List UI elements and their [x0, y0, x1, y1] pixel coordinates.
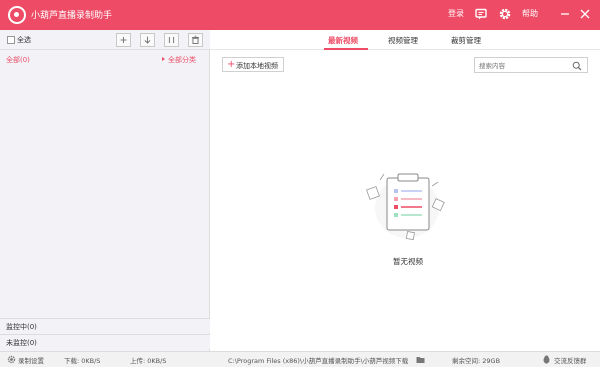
save-path: C:\Program Files (x86)\小葫芦直播录制助手\小葫芦视频下载	[228, 357, 409, 365]
app-logo-icon	[8, 6, 26, 24]
active-tab-indicator	[324, 48, 368, 50]
gear-icon[interactable]	[498, 7, 512, 21]
empty-clipboard-icon	[366, 173, 445, 241]
login-button[interactable]: 登录	[448, 8, 464, 19]
columns-icon[interactable]	[164, 33, 179, 47]
search-input[interactable]	[479, 60, 569, 71]
minimize-icon[interactable]	[558, 7, 572, 21]
app-title: 小葫芦直播录制助手	[31, 11, 113, 21]
download-icon[interactable]	[140, 33, 155, 47]
monitoring-group[interactable]: 监控中(0)	[0, 318, 210, 333]
gear-icon	[7, 355, 16, 364]
title-bar: 小葫芦直播录制助手 登录 帮助	[0, 0, 600, 30]
free-space: 剩余空间: 29GB	[452, 357, 501, 365]
upload-speed: 上传: 0KB/S	[130, 357, 167, 365]
filter-row: 全部(0) 全部分类	[0, 52, 210, 66]
download-speed: 下载: 0KB/S	[64, 357, 101, 365]
select-all-label: 全选	[17, 36, 31, 44]
add-local-video-label: 添加本地视频	[236, 62, 278, 70]
left-toolbar: 全选	[0, 30, 210, 50]
monitoring-label: 监控中(0)	[6, 323, 37, 331]
delete-icon[interactable]	[188, 33, 203, 47]
empty-state-text: 暂无视频	[393, 257, 423, 266]
help-button[interactable]: 帮助	[522, 8, 538, 19]
status-bar: 录制设置 下载: 0KB/S 上传: 0KB/S C:\Program File…	[0, 351, 600, 367]
record-settings-button[interactable]: 录制设置	[18, 355, 44, 365]
category-filter-dropdown[interactable]: 全部分类	[162, 55, 196, 65]
filter-all[interactable]: 全部(0)	[6, 55, 30, 65]
tab-latest-videos[interactable]: 最新视频	[328, 35, 358, 46]
penguin-icon	[543, 355, 550, 364]
add-local-video-button[interactable]: + 添加本地视频	[222, 57, 284, 72]
search-icon[interactable]	[572, 61, 582, 71]
not-monitoring-group[interactable]: 未监控(0)	[0, 334, 210, 349]
message-icon[interactable]	[474, 7, 488, 21]
select-all-checkbox[interactable]	[7, 36, 15, 44]
close-icon[interactable]	[578, 7, 592, 21]
tab-bar: 最新视频 视频管理 裁剪管理	[210, 30, 600, 50]
feedback-group-link[interactable]: 交流反馈群	[554, 355, 587, 365]
left-panel: 全选 全部(0) 全部分类 监控中(0) 未监控(0)	[0, 30, 210, 351]
not-monitoring-label: 未监控(0)	[6, 339, 37, 347]
add-icon[interactable]	[116, 33, 131, 47]
tab-clip-management[interactable]: 裁剪管理	[451, 35, 481, 46]
search-box[interactable]	[474, 57, 588, 73]
folder-icon[interactable]	[416, 355, 425, 364]
plus-icon: +	[227, 59, 236, 70]
tab-video-management[interactable]: 视频管理	[388, 35, 418, 46]
